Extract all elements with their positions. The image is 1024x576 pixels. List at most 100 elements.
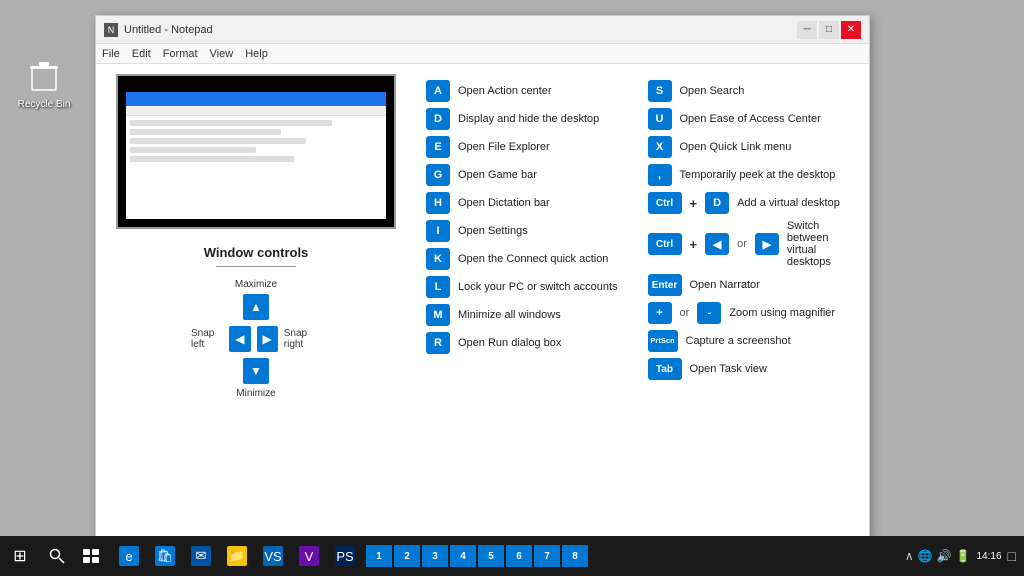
shortcut-desc-s: Open Search [680, 85, 745, 97]
ws-line [130, 129, 281, 135]
shortcut-desc-tab: Open Task view [690, 363, 767, 375]
notification-area: □ [1008, 548, 1016, 564]
menu-edit[interactable]: Edit [132, 48, 151, 60]
taskbar-right: ∧ 🌐 🔊 🔋 14:16 □ [905, 536, 1024, 576]
recycle-bin[interactable]: Recycle Bin [14, 60, 74, 110]
snap-up-button[interactable]: ▲ [243, 294, 269, 320]
mail-icon: ✉ [191, 546, 211, 566]
ws-line [130, 120, 332, 126]
main-window: N Untitled - Notepad ─ □ ✕ File Edit For… [95, 15, 870, 545]
shortcut-desc-ctrl-arrows: Switch between virtual desktops [787, 220, 859, 268]
shortcut-row-u: U Open Ease of Access Center [648, 108, 860, 130]
desktop: Recycle Bin N Untitled - Notepad ─ □ ✕ F… [0, 0, 1024, 576]
title-bar: N Untitled - Notepad ─ □ ✕ [96, 16, 869, 44]
menu-file[interactable]: File [102, 48, 120, 60]
key-tab: Tab [648, 358, 682, 380]
desktop-tab-5[interactable]: 5 [478, 545, 504, 567]
taskbar-pin-powershell[interactable]: PS [328, 536, 362, 576]
taskbar-pin-store[interactable]: 🛍 [148, 536, 182, 576]
shortcut-row-m: M Minimize all windows [426, 304, 638, 326]
key-e: E [426, 136, 450, 158]
window-controls-divider [216, 266, 296, 267]
menu-help[interactable]: Help [245, 48, 268, 60]
desktop-tab-2[interactable]: 2 [394, 545, 420, 567]
pinned-taskbar-items: e 🛍 ✉ 📁 VS V PS [112, 536, 362, 576]
desktop-tab-4[interactable]: 4 [450, 545, 476, 567]
menu-format[interactable]: Format [163, 48, 198, 60]
shortcut-row-i: I Open Settings [426, 220, 638, 242]
shortcut-row-r: R Open Run dialog box [426, 332, 638, 354]
task-view-button[interactable] [74, 536, 108, 576]
shortcut-desc-h: Open Dictation bar [458, 197, 550, 209]
snap-left-label: Snap left [191, 328, 223, 350]
key-arrow-right: ▶ [755, 233, 779, 255]
or-text-arrows: or [737, 238, 747, 250]
battery-icon[interactable]: 🔋 [956, 549, 971, 563]
desktop-tab-8[interactable]: 8 [562, 545, 588, 567]
menu-view[interactable]: View [210, 48, 234, 60]
taskbar-pin-vs[interactable]: V [292, 536, 326, 576]
clock[interactable]: 14:16 [977, 550, 1002, 563]
snap-down-button[interactable]: ▼ [243, 358, 269, 384]
shortcut-row-d: D Display and hide the desktop [426, 108, 638, 130]
vscode-icon: VS [263, 546, 283, 566]
edge-icon: e [119, 546, 139, 566]
shortcut-desc-a: Open Action center [458, 85, 552, 97]
desktop-tab-6[interactable]: 6 [506, 545, 532, 567]
shortcut-desc-zoom: Zoom using magnifier [729, 307, 835, 319]
maximize-window-button[interactable]: □ [819, 21, 839, 39]
close-window-button[interactable]: ✕ [841, 21, 861, 39]
taskbar-pin-edge[interactable]: e [112, 536, 146, 576]
taskbar-left: ⊞ e [0, 536, 590, 576]
shortcut-row-x: X Open Quick Link menu [648, 136, 860, 158]
top-arrow-row: ▲ [243, 294, 269, 320]
desktop-tab-3[interactable]: 3 [422, 545, 448, 567]
ws-line [130, 138, 306, 144]
shortcut-row-prtscn: PrtScn Capture a screenshot [648, 330, 860, 352]
taskbar-pin-mail[interactable]: ✉ [184, 536, 218, 576]
screenshot-inner [126, 92, 386, 219]
start-button[interactable]: ⊞ [0, 536, 40, 576]
arrow-grid: Maximize ▲ Snap left ◀ ▶ Snap right ▼ [191, 279, 321, 399]
shortcut-row-tab: Tab Open Task view [648, 358, 860, 380]
title-bar-left: N Untitled - Notepad [104, 23, 213, 37]
tray-icons: ∧ 🌐 🔊 🔋 [905, 549, 971, 563]
bottom-arrow-row: ▼ [243, 358, 269, 384]
recycle-bin-icon [28, 60, 60, 96]
key-ctrl-2: Ctrl [648, 233, 682, 255]
shortcut-desc-prtscn: Capture a screenshot [686, 335, 791, 347]
volume-icon[interactable]: 🔊 [937, 549, 952, 563]
taskbar-search-button[interactable] [40, 536, 74, 576]
shortcuts-columns: A Open Action center D Display and hide … [426, 80, 859, 528]
key-m: M [426, 304, 450, 326]
notification-icon[interactable]: □ [1008, 548, 1016, 564]
screenshot-lines [130, 120, 382, 162]
minimize-window-button[interactable]: ─ [797, 21, 817, 39]
key-plus: + [648, 302, 672, 324]
network-icon[interactable]: 🌐 [918, 549, 933, 563]
taskbar-pin-explorer[interactable]: 📁 [220, 536, 254, 576]
explorer-icon: 📁 [227, 546, 247, 566]
task-view-icon [83, 549, 99, 563]
desktop-tab-7[interactable]: 7 [534, 545, 560, 567]
middle-arrow-row: Snap left ◀ ▶ Snap right [191, 326, 321, 352]
snap-right-button[interactable]: ▶ [257, 326, 278, 352]
shortcut-row-e: E Open File Explorer [426, 136, 638, 158]
chevron-up-icon[interactable]: ∧ [905, 549, 914, 563]
taskbar-pin-vscode[interactable]: VS [256, 536, 290, 576]
shortcut-desc-u: Open Ease of Access Center [680, 113, 821, 125]
key-comma: , [648, 164, 672, 186]
key-d: D [426, 108, 450, 130]
snap-left-button[interactable]: ◀ [229, 326, 250, 352]
shortcut-desc-d: Display and hide the desktop [458, 113, 599, 125]
shortcut-desc-x: Open Quick Link menu [680, 141, 792, 153]
key-r: R [426, 332, 450, 354]
ws-line [130, 147, 256, 153]
content-area: Window controls Maximize ▲ Snap left ◀ ▶… [96, 64, 869, 544]
shortcuts-col-left: A Open Action center D Display and hide … [426, 80, 638, 528]
shortcut-desc-enter: Open Narrator [690, 279, 760, 291]
key-s: S [648, 80, 672, 102]
key-arrow-left: ◀ [705, 233, 729, 255]
shortcut-desc-m: Minimize all windows [458, 309, 561, 321]
desktop-tab-1[interactable]: 1 [366, 545, 392, 567]
